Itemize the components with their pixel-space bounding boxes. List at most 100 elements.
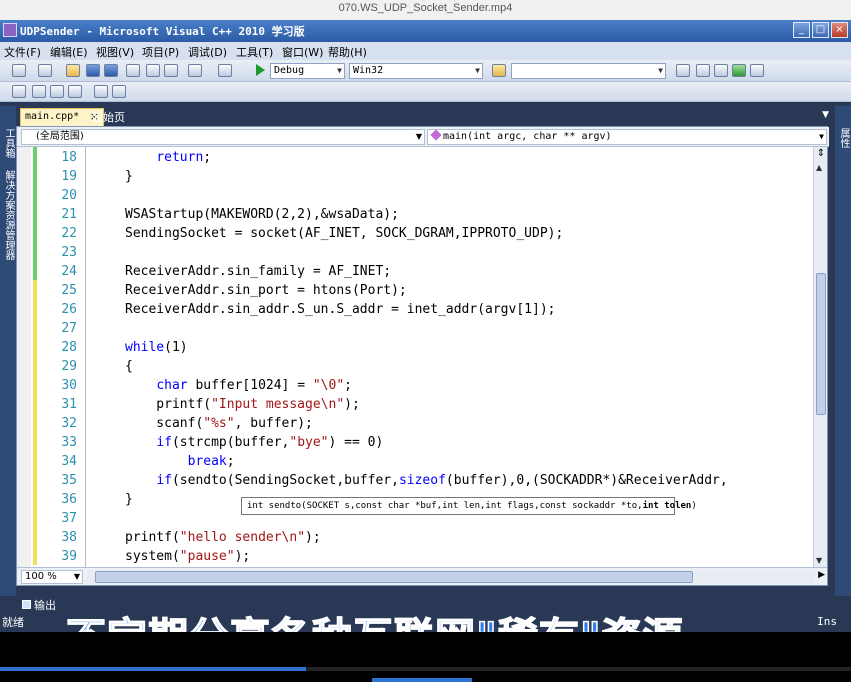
code-line[interactable]: 38 printf("hello sender\n"); xyxy=(17,528,813,547)
menu-tools[interactable]: 工具(T) xyxy=(236,44,273,60)
add-item-icon[interactable] xyxy=(38,64,52,77)
menu-edit[interactable]: 编辑(E) xyxy=(50,44,88,60)
line-number: 33 xyxy=(61,435,77,450)
scroll-right-icon[interactable]: ▶ xyxy=(818,570,825,580)
code-line[interactable]: 21 WSAStartup(MAKEWORD(2,2),&wsaData); xyxy=(17,205,813,224)
menu-window[interactable]: 窗口(W) xyxy=(282,44,323,60)
code-line[interactable]: 34 break; xyxy=(17,452,813,471)
buffer-indicator xyxy=(372,678,472,682)
code-line[interactable]: 33 if(strcmp(buffer,"bye") == 0) xyxy=(17,433,813,452)
maximize-button[interactable]: □ xyxy=(812,22,829,38)
tab-main-cpp-label: main.cpp* xyxy=(25,111,80,122)
menu-project[interactable]: 项目(P) xyxy=(142,44,179,60)
left-tool-strip: 工具箱 解决方案资源管理器 xyxy=(0,106,16,606)
splitter-icon[interactable]: ⇕ xyxy=(815,148,827,160)
cut-icon[interactable] xyxy=(126,64,140,77)
line-number: 18 xyxy=(61,150,77,165)
bookmark-icon[interactable] xyxy=(50,85,64,98)
line-number: 30 xyxy=(61,378,77,393)
close-button[interactable]: × xyxy=(831,22,848,38)
code-line[interactable]: 24 ReceiverAddr.sin_family = AF_INET; xyxy=(17,262,813,281)
font-icon[interactable] xyxy=(68,85,82,98)
find-combo[interactable]: ▼ xyxy=(511,63,666,79)
save-all-icon[interactable] xyxy=(104,64,118,77)
status-text: 就绪 xyxy=(2,616,24,629)
horizontal-scrollbar[interactable]: ▶ xyxy=(87,570,825,584)
code-line[interactable]: 18 return; xyxy=(17,148,813,167)
open-folder-icon[interactable] xyxy=(66,64,80,77)
copy-icon[interactable] xyxy=(146,64,160,77)
extension-manager-icon[interactable] xyxy=(750,64,764,77)
solution-explorer-icon[interactable] xyxy=(676,64,690,77)
code-line[interactable]: 31 printf("Input message\n"); xyxy=(17,395,813,414)
line-number: 20 xyxy=(61,188,77,203)
tab-list-dropdown[interactable]: ▼ xyxy=(822,110,829,120)
redo-icon[interactable] xyxy=(218,64,232,77)
code-line[interactable]: 27 xyxy=(17,319,813,338)
scroll-up-icon[interactable]: ▲ xyxy=(816,163,822,172)
parameter-info-tooltip: int sendto(SOCKET s,const char *buf,int … xyxy=(241,497,697,515)
new-project-icon[interactable] xyxy=(12,64,26,77)
vertical-scroll-thumb[interactable] xyxy=(816,273,826,415)
code-line[interactable]: 29 { xyxy=(17,357,813,376)
tooltip-current-param: int tolen xyxy=(642,501,692,511)
zoom-select[interactable]: 100 % ▼ xyxy=(21,570,83,584)
code-line[interactable]: 32 scanf("%s", buffer); xyxy=(17,414,813,433)
code-text: } xyxy=(125,169,133,184)
config-select[interactable]: Debug ▼ xyxy=(270,63,345,79)
tab-start-page[interactable]: 起始页 xyxy=(92,109,125,125)
code-text: if(strcmp(buffer,"bye") == 0) xyxy=(156,435,384,450)
player-controls xyxy=(0,632,851,682)
decrease-indent-icon[interactable] xyxy=(94,85,108,98)
minimize-button[interactable]: _ xyxy=(793,22,810,38)
horizontal-scroll-thumb[interactable] xyxy=(95,571,693,583)
find-in-files-icon[interactable] xyxy=(492,64,506,77)
code-line[interactable]: 22 SendingSocket = socket(AF_INET, SOCK_D… xyxy=(17,224,813,243)
code-line[interactable]: 20 xyxy=(17,186,813,205)
ide-window: UDPSender - Microsoft Visual C++ 2010 学习… xyxy=(0,20,851,632)
menu-help[interactable]: 帮助(H) xyxy=(328,44,367,60)
toolbox-icon[interactable] xyxy=(714,64,728,77)
code-line[interactable]: 23 xyxy=(17,243,813,262)
code-line[interactable]: 35 if(sendto(SendingSocket,buffer,sizeof… xyxy=(17,471,813,490)
code-line[interactable]: 39 system("pause"); xyxy=(17,547,813,566)
scroll-down-icon[interactable]: ▼ xyxy=(816,556,822,565)
menu-file[interactable]: 文件(F) xyxy=(4,44,41,60)
code-line[interactable]: 25 ReceiverAddr.sin_port = htons(Port); xyxy=(17,281,813,300)
increase-indent-icon[interactable] xyxy=(112,85,126,98)
menu-view[interactable]: 视图(V) xyxy=(96,44,134,60)
line-number: 26 xyxy=(61,302,77,317)
properties-icon[interactable] xyxy=(696,64,710,77)
paste-icon[interactable] xyxy=(164,64,178,77)
method-icon xyxy=(430,129,442,141)
member-dropdown[interactable]: main(int argc, char ** argv) ▼ xyxy=(427,129,827,145)
line-number: 29 xyxy=(61,359,77,374)
uncomment-icon[interactable] xyxy=(32,85,46,98)
undo-icon[interactable] xyxy=(188,64,202,77)
code-line[interactable]: 19} xyxy=(17,167,813,186)
standard-toolbar: Debug ▼ Win32 ▼ ▼ xyxy=(0,60,851,82)
start-debugging-icon[interactable] xyxy=(256,64,265,76)
vs-app-icon xyxy=(3,23,17,37)
line-number: 37 xyxy=(61,511,77,526)
title-bar[interactable]: UDPSender - Microsoft Visual C++ 2010 学习… xyxy=(0,20,851,42)
line-number: 36 xyxy=(61,492,77,507)
code-line[interactable]: 26 ReceiverAddr.sin_addr.S_un.S_addr = in… xyxy=(17,300,813,319)
save-icon[interactable] xyxy=(86,64,100,77)
line-number: 21 xyxy=(61,207,77,222)
menu-debug[interactable]: 调试(D) xyxy=(188,44,227,60)
code-line[interactable]: 28 while(1) xyxy=(17,338,813,357)
code-line[interactable]: 30 char buffer[1024] = "\0"; xyxy=(17,376,813,395)
code-text: break; xyxy=(187,454,235,469)
vertical-scrollbar[interactable]: ⇕ ▲ ▼ xyxy=(813,147,827,567)
start-page-icon[interactable] xyxy=(732,64,746,77)
comment-icon[interactable] xyxy=(12,85,26,98)
video-subtitle: 不定期分享各种互联网"稀有"资源 xyxy=(66,614,684,632)
platform-select[interactable]: Win32 ▼ xyxy=(349,63,483,79)
solution-explorer-side-tab[interactable]: 解决方案资源管理器 xyxy=(2,170,14,260)
toolbox-side-tab[interactable]: 工具箱 xyxy=(2,128,14,158)
scope-dropdown[interactable]: (全局范围) ▼ xyxy=(21,129,425,145)
output-tab[interactable]: 输出 xyxy=(22,597,56,613)
progress-track[interactable] xyxy=(0,667,851,671)
properties-side-tab[interactable]: 属性 xyxy=(837,128,849,148)
